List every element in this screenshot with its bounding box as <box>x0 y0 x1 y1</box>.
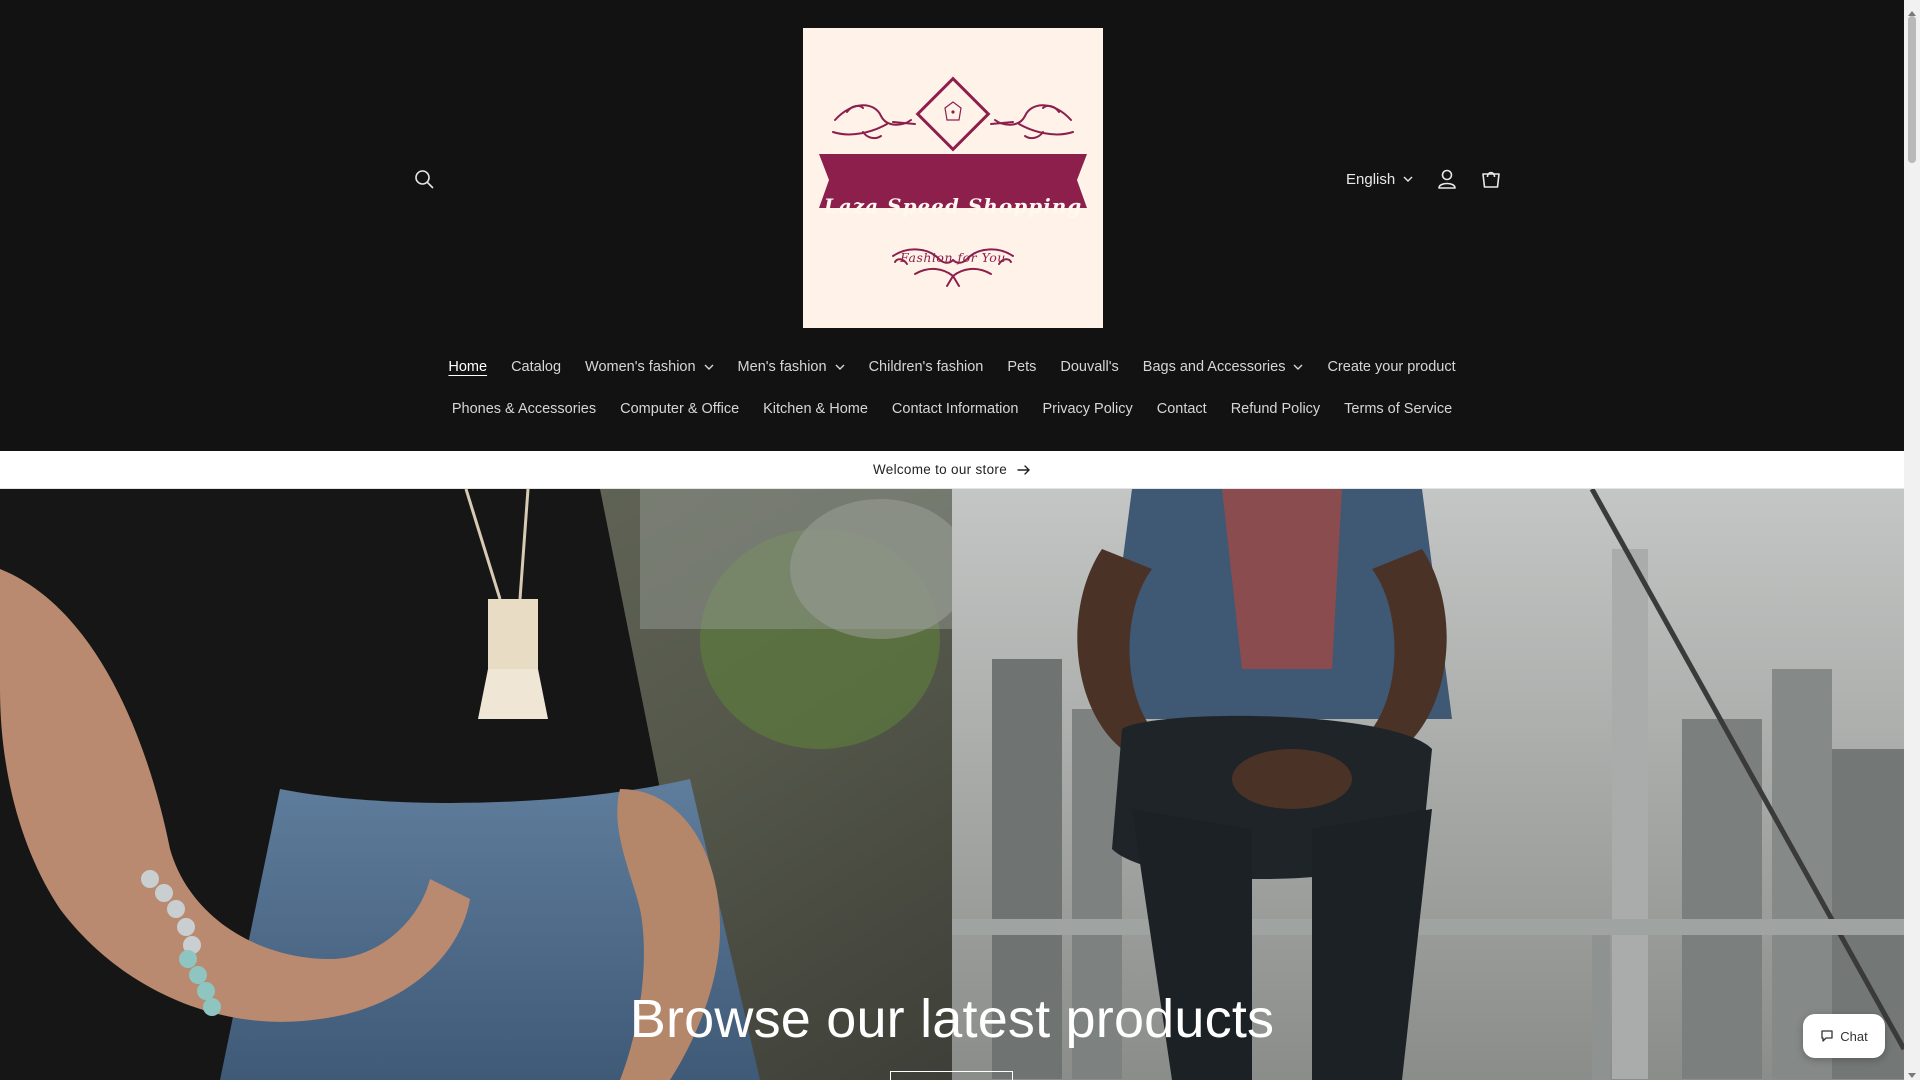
language-label: English <box>1346 170 1396 188</box>
nav-item-computer-office[interactable]: Computer & Office <box>608 394 751 424</box>
chevron-down-icon <box>835 364 845 370</box>
page: Laza Speed Shopping Fashion for You Engl… <box>0 0 1904 1080</box>
logo-flourish-top-right <box>990 104 1074 140</box>
nav-item-kitchen-home[interactable]: Kitchen & Home <box>751 394 880 424</box>
nav-item-mens-fashion[interactable]: Men's fashion <box>726 352 857 382</box>
cart-icon <box>1480 168 1502 190</box>
cart-button[interactable] <box>1469 161 1513 197</box>
announcement-bar[interactable]: Welcome to our store <box>0 451 1904 489</box>
logo-title: Laza Speed Shopping <box>823 194 1083 218</box>
account-button[interactable] <box>1425 161 1469 197</box>
nav-item-terms-of-service[interactable]: Terms of Service <box>1332 394 1464 424</box>
nav-item-pets[interactable]: Pets <box>995 352 1048 382</box>
arrow-right-icon <box>1017 464 1031 475</box>
page-scrollbar[interactable] <box>1904 0 1920 1080</box>
nav-item-contact-information[interactable]: Contact Information <box>880 394 1031 424</box>
announcement-text: Welcome to our store <box>872 462 1008 477</box>
store-logo[interactable]: Laza Speed Shopping Fashion for You <box>803 28 1103 328</box>
nav-item-refund-policy[interactable]: Refund Policy <box>1219 394 1332 424</box>
hero-banner: Browse our latest products <box>0 489 1904 1080</box>
chat-button[interactable]: Chat <box>1803 1014 1885 1058</box>
logo-flourish-top-left <box>832 104 916 140</box>
nav-item-privacy-policy[interactable]: Privacy Policy <box>1030 394 1144 424</box>
chat-bubble-icon <box>1820 1029 1834 1043</box>
main-nav-row-2: Phones & Accessories Computer & Office K… <box>0 394 1904 424</box>
language-selector[interactable]: English <box>1340 171 1419 188</box>
nav-item-childrens-fashion[interactable]: Children's fashion <box>857 352 996 382</box>
main-nav-row-1: Home Catalog Women's fashion Men's fashi… <box>0 352 1904 382</box>
nav-item-womens-fashion[interactable]: Women's fashion <box>573 352 726 382</box>
nav-item-phones-accessories[interactable]: Phones & Accessories <box>440 394 608 424</box>
site-header: Laza Speed Shopping Fashion for You Engl… <box>0 0 1904 450</box>
nav-item-home[interactable]: Home <box>436 352 499 382</box>
logo-subtitle: Fashion for You <box>900 250 1006 265</box>
scroll-down-arrow-icon[interactable] <box>1908 1066 1916 1080</box>
nav-item-bags-accessories[interactable]: Bags and Accessories <box>1131 352 1316 382</box>
nav-item-create-product[interactable]: Create your product <box>1315 352 1467 382</box>
scrollbar-thumb[interactable] <box>1908 16 1916 163</box>
account-icon <box>1437 168 1457 190</box>
nav-item-catalog[interactable]: Catalog <box>499 352 573 382</box>
search-icon <box>414 169 434 189</box>
chevron-down-icon <box>1403 176 1413 182</box>
nav-item-contact[interactable]: Contact <box>1145 394 1219 424</box>
shop-now-button[interactable] <box>890 1071 1013 1080</box>
chevron-down-icon <box>704 364 714 370</box>
chat-label: Chat <box>1840 1028 1868 1044</box>
chevron-down-icon <box>1293 364 1303 370</box>
search-button[interactable] <box>406 161 442 197</box>
hero-heading: Browse our latest products <box>629 989 1275 1049</box>
logo-emblem <box>915 76 991 152</box>
header-utilities: English <box>1340 161 1513 197</box>
nav-item-douvalls[interactable]: Douvall's <box>1048 352 1130 382</box>
